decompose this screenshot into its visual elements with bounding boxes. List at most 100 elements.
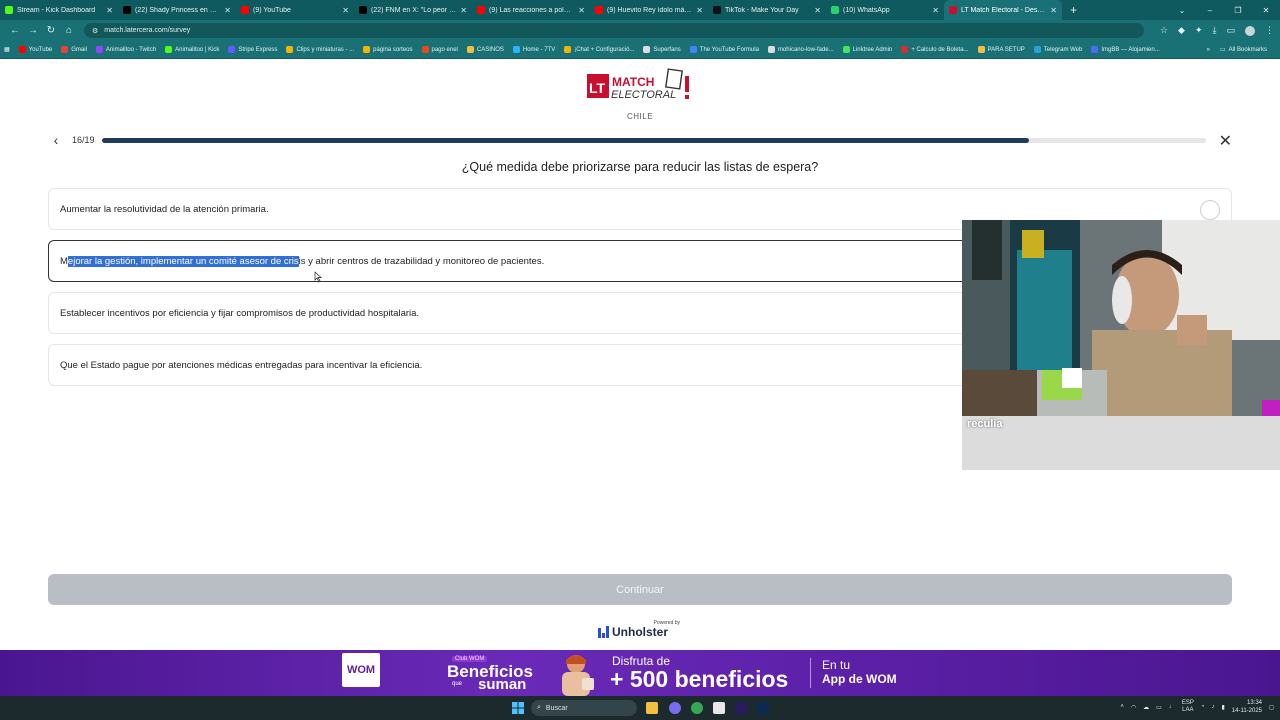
tab-favicon-icon [595, 6, 603, 14]
bookmark-item[interactable]: YouTube [18, 46, 52, 53]
obs-icon[interactable] [713, 702, 725, 714]
battery-level-icon[interactable]: ▮ [1221, 704, 1224, 711]
browser-tab[interactable]: TikTok - Make Your Day ✕ [708, 0, 826, 20]
browser-tab[interactable]: (9) YouTube ✕ [236, 0, 354, 20]
network-icon[interactable]: ◠ [1131, 704, 1136, 711]
bookmarks-overflow: » ▭ All Bookmarks [1207, 46, 1276, 54]
maximize-button[interactable]: ❐ [1224, 6, 1252, 15]
photoshop-icon[interactable] [757, 702, 769, 714]
bookmark-item[interactable]: Clips y miniaturas - ... [286, 46, 354, 53]
wom-ad-banner[interactable]: WOM Club WOM Beneficios que suman Disfru… [0, 650, 1280, 696]
tab-close-icon[interactable]: ✕ [814, 6, 821, 15]
tab-close-icon[interactable]: ✕ [1050, 6, 1057, 15]
continue-button[interactable]: Continuar [48, 574, 1232, 605]
side-panel-icon[interactable]: ▭ [1226, 25, 1235, 36]
tab-title: LT Match Electoral - Descubre c [961, 6, 1046, 14]
cloud-icon[interactable]: ☁ [1143, 704, 1149, 711]
bookmark-item[interactable]: The YouTube Formula [689, 46, 759, 53]
bookmark-item[interactable]: ¡Chat + Configuració... [564, 46, 634, 53]
home-icon[interactable]: ⌂ [60, 25, 78, 36]
premiere-icon[interactable] [735, 702, 747, 714]
extension-puzzle-icon[interactable]: ✦ [1195, 25, 1203, 36]
bookmark-label: The YouTube Formula [699, 46, 759, 53]
webcam-name-plate: reculia [962, 416, 1280, 470]
forward-arrow-icon[interactable]: → [24, 25, 42, 36]
bookmark-label: Animalitoo - Twitch [105, 46, 157, 53]
bookmark-item[interactable]: página sorteos [363, 46, 413, 53]
all-bookmarks-folder[interactable]: ▭ All Bookmarks [1220, 46, 1267, 54]
question-text: ¿Qué medida debe priorizarse para reduci… [461, 160, 819, 174]
notification-icon[interactable]: ◻ [1269, 704, 1274, 711]
tab-favicon-icon [359, 6, 367, 14]
chrome-icon[interactable] [691, 702, 703, 714]
site-info-icon[interactable]: ⚙ [92, 27, 98, 35]
tab-close-icon[interactable]: ✕ [696, 6, 703, 15]
bookmark-item[interactable]: Gmail [61, 46, 87, 53]
file-explorer-icon[interactable] [646, 702, 658, 714]
browser-tab[interactable]: (9) Huevito Rey ídolo máximo ✕ [590, 0, 708, 20]
close-window-button[interactable]: ✕ [1252, 6, 1280, 15]
bookmark-item[interactable]: mohicano-low-fade... [767, 46, 834, 53]
language-indicator[interactable]: ESP LAA [1182, 700, 1194, 714]
bookmark-item[interactable]: Home - 7TV [512, 46, 555, 53]
bookmark-label: Stripe Express [238, 46, 278, 53]
progress-bar [102, 137, 1206, 143]
bookmark-item[interactable]: Animalitoo | Kick [165, 46, 219, 53]
tab-close-icon[interactable]: ✕ [460, 6, 467, 15]
tab-close-icon[interactable]: ✕ [224, 6, 231, 15]
tab-close-icon[interactable]: ✕ [932, 6, 939, 15]
tab-close-icon[interactable]: ✕ [106, 6, 113, 15]
volume-icon[interactable]: ♪ [1211, 704, 1214, 710]
mic-icon[interactable]: ♩ [1169, 704, 1175, 710]
browser-tab[interactable]: (22) FNM en X: "Lo peor del vid ✕ [354, 0, 472, 20]
new-tab-button[interactable]: + [1062, 3, 1085, 17]
menu-kebab-icon[interactable]: ⋮ [1265, 25, 1274, 36]
bookmark-favicon-icon [643, 46, 651, 53]
minimize-button[interactable]: – [1196, 6, 1224, 15]
tab-close-icon[interactable]: ✕ [342, 6, 349, 15]
powered-by-unholster[interactable]: Powered by Unholster [598, 620, 682, 642]
bookmark-item[interactable]: + Calculo de Boleta... [901, 46, 969, 53]
bookmark-item[interactable]: ImgBB — Alojamien... [1091, 46, 1160, 53]
tab-search-icon[interactable]: ⌄ [1168, 6, 1196, 15]
url-field[interactable]: ⚙ match.latercera.com/survey [84, 23, 1144, 38]
browser-tab[interactable]: Stream - Kick Dashboard ✕ [0, 0, 118, 20]
browser-tab[interactable]: LT Match Electoral - Descubre c ✕ [944, 0, 1062, 20]
copilot-icon[interactable] [669, 702, 681, 714]
previous-question-button[interactable]: ‹ [48, 132, 64, 148]
bookmark-label: PARA SETUP [987, 46, 1025, 53]
close-survey-button[interactable]: ✕ [1219, 131, 1232, 151]
windows-start-icon[interactable] [512, 702, 524, 714]
bookmark-item[interactable]: Telegram Web [1033, 46, 1082, 53]
bookmark-item[interactable]: pago enel [421, 46, 458, 53]
browser-tab[interactable]: (9) Las reacciones a polémico vi✕ [472, 0, 590, 20]
apps-grid-icon[interactable]: ▦ [4, 46, 10, 53]
browser-tab[interactable]: (10) WhatsApp ✕ [826, 0, 944, 20]
tray-overflow-icon[interactable]: ˄ [1120, 704, 1124, 710]
bookmark-item[interactable]: Superfans [643, 46, 681, 53]
reload-icon[interactable]: ↻ [42, 25, 60, 36]
answer-option-text: Que el Estado pague por atenciones médic… [60, 359, 423, 371]
back-arrow-icon[interactable]: ← [6, 25, 24, 36]
tab-close-icon[interactable]: ✕ [578, 6, 585, 15]
bookmark-item[interactable]: Animalitoo - Twitch [95, 46, 157, 53]
option-text-end: is y abrir centros de trazabilidad y mon… [298, 255, 545, 267]
battery-icon[interactable]: ▭ [1156, 704, 1162, 711]
taskbar-search[interactable]: ⌕ Buscar [531, 700, 637, 716]
bookmark-star-icon[interactable]: ☆ [1160, 25, 1168, 36]
bookmark-item[interactable]: Stripe Express [228, 46, 277, 53]
taskbar-clock[interactable]: 13:34 14-11-2025 [1232, 699, 1262, 715]
wifi-icon[interactable]: ◔ [1201, 704, 1205, 710]
bookmark-item[interactable]: Linktree Admin [842, 46, 892, 53]
browser-tab-bar: Stream - Kick Dashboard ✕ (22) Shady Princ… [0, 0, 1280, 20]
bookmark-item[interactable]: PARA SETUP [977, 46, 1025, 53]
answer-option-text: Aumentar la resolutividad de la atención… [60, 203, 269, 215]
more-bookmarks-icon[interactable]: » [1207, 47, 1210, 53]
browser-tab[interactable]: (22) Shady Princess en X: "9 mil ✕ [118, 0, 236, 20]
extension-icon[interactable]: ◆ [1178, 25, 1185, 36]
profile-avatar[interactable] [1245, 25, 1255, 36]
radio-button-icon[interactable] [1200, 200, 1220, 220]
download-icon[interactable]: ⤓ [1213, 25, 1217, 36]
bookmark-item[interactable]: CASINOS [466, 46, 504, 53]
search-icon: ⌕ [537, 704, 541, 711]
